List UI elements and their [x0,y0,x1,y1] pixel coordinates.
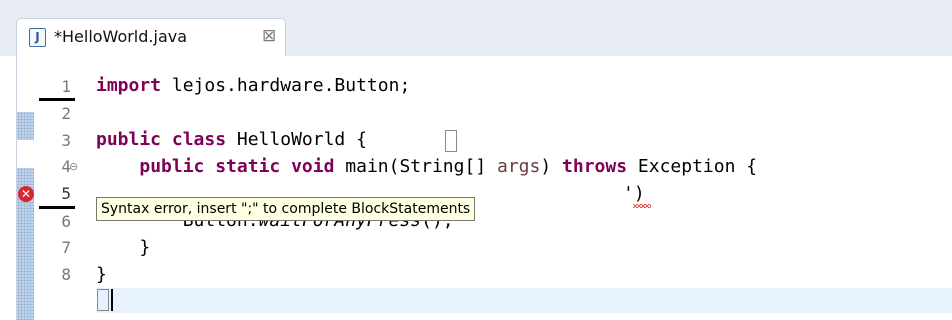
open-brace: { [356,129,367,150]
tab-title: *HelloWorld.java [54,27,188,46]
line-number-gutter: 1 2 3 4 ⊖ ✕ 5 6 7 8 [17,56,97,320]
signature-close: ) [540,156,563,177]
error-tooltip: Syntax error, insert ";" to complete Blo… [96,197,476,221]
line-number: 6 [61,212,71,231]
line-number: 3 [61,131,71,150]
line-underline-marker [39,206,75,209]
keyword-public-static-void: public static void [139,156,335,177]
method-signature: main(String[] [334,156,497,177]
code-line-7: } [96,237,151,258]
code-line-1: import lejos.hardware.Button; [96,72,410,100]
parameter-args: args [497,156,541,177]
bracket-match-box [445,130,457,152]
line-number: 5 [61,184,71,203]
error-icon[interactable]: ✕ [18,186,34,202]
text-caret [111,289,113,311]
keyword-throws: throws [562,156,628,177]
current-line-highlight [97,288,952,313]
close-icon[interactable]: ⊠ [262,26,276,46]
line-number: 2 [61,104,71,123]
import-path: lejos.hardware.Button; [161,75,411,96]
class-name: HelloWorld [226,129,357,150]
code-line-3: public class HelloWorld { [96,126,367,154]
exception-type: Exception { [627,156,758,177]
line-underline-marker [39,98,75,101]
line-number: 4 [61,157,71,176]
keyword-public-class: public class [96,129,227,150]
java-file-icon: J [29,28,46,47]
line-number: 7 [61,238,71,257]
code-line-8: } [96,264,107,285]
line-number: 8 [61,265,71,284]
code-editor[interactable]: 1 2 3 4 ⊖ ✕ 5 6 7 8 import lejos.hardwar… [16,56,952,320]
editor-tab-bar: J *HelloWorld.java ⊠ [0,0,952,56]
line-number: 1 [61,77,71,96]
tab-helloworld-java[interactable]: J *HelloWorld.java ⊠ [16,18,286,56]
error-squiggle [633,204,651,208]
bracket-match-box [97,289,109,311]
fold-collapse-icon[interactable]: ⊖ [69,161,78,173]
code-line-4: public static void main(String[] args) t… [96,153,757,181]
keyword-import: import [96,75,162,96]
